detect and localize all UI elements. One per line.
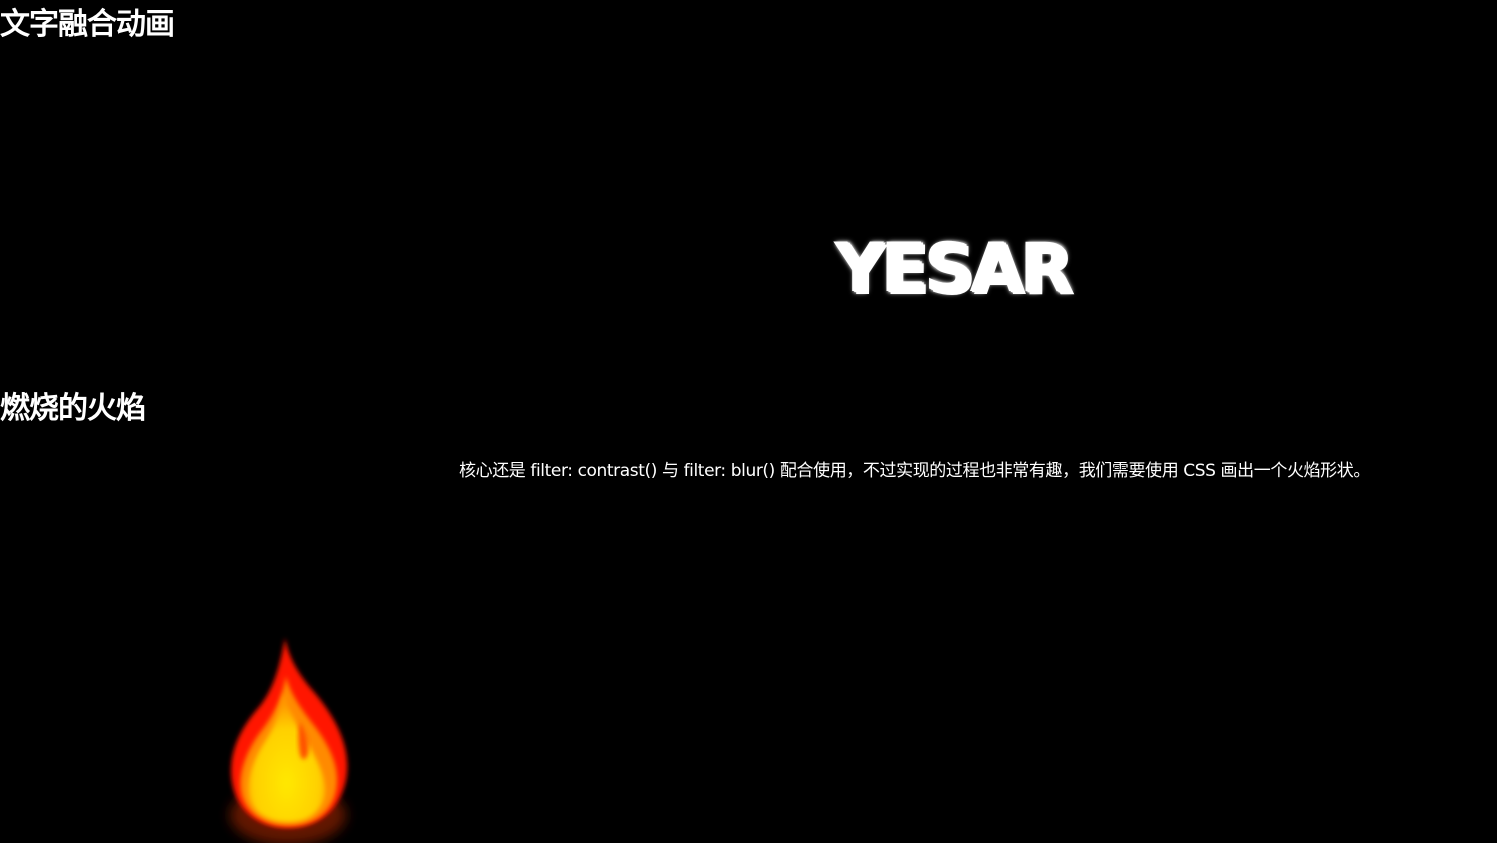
flame-description: 核心还是 filter: contrast() 与 filter: blur()…	[459, 461, 1370, 481]
section-title-burning-flame: 燃烧的火焰	[0, 391, 146, 426]
page: 文字融合动画 YESAR 燃烧的火焰 核心还是 filter: contrast…	[0, 0, 1497, 843]
flame-icon	[230, 638, 348, 843]
section-title-text-fusion: 文字融合动画	[0, 7, 175, 42]
flame-animation	[214, 630, 364, 843]
fusion-animation-text: YESAR	[836, 230, 1074, 309]
